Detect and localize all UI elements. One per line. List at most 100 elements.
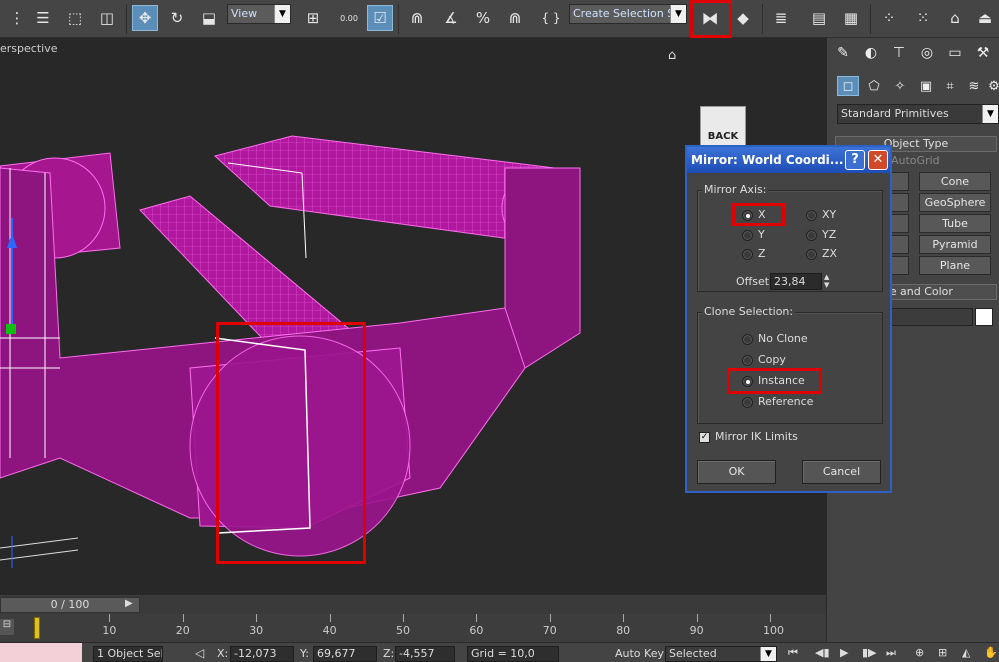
key-filter-select[interactable]: Selected ▼: [665, 646, 777, 662]
field-of-view-icon[interactable]: ◭: [962, 646, 970, 659]
timeline-tick-label: 60: [469, 624, 484, 637]
named-selection-set-select[interactable]: Create Selection Se ▼: [569, 4, 687, 24]
axis-zx-radio[interactable]: [806, 249, 817, 260]
z-coordinate[interactable]: -4,557: [395, 646, 455, 662]
zoom-icon[interactable]: ⊕: [915, 646, 924, 659]
angle-snap-icon[interactable]: ∡: [438, 5, 464, 31]
copy-radio[interactable]: [742, 355, 753, 366]
keyboard-shortcut-override-icon[interactable]: 0.00: [336, 5, 362, 31]
viewcube-face-label: BACK: [707, 131, 739, 142]
go-to-start-icon[interactable]: ⏮: [788, 646, 798, 660]
zoom-all-icon[interactable]: ⊞: [938, 646, 947, 659]
help-icon[interactable]: ?: [845, 150, 865, 170]
geometry-icon[interactable]: ◻: [837, 76, 859, 96]
previous-frame-icon[interactable]: ◀▮: [815, 646, 830, 659]
manipulate-icon[interactable]: ☑: [367, 5, 393, 31]
pan-view-icon[interactable]: ✋: [984, 646, 998, 659]
motion-tab-icon[interactable]: ◎: [915, 42, 939, 64]
geosphere-button[interactable]: GeoSphere: [919, 193, 991, 212]
axis-xy-radio[interactable]: [806, 210, 817, 221]
material-editor-icon[interactable]: ⁙: [910, 5, 936, 31]
go-to-end-icon[interactable]: ⏭: [886, 646, 896, 660]
axis-x-label: X: [758, 208, 766, 221]
x-coordinate[interactable]: -12,073: [230, 646, 294, 662]
select-move-icon[interactable]: ✥: [132, 5, 158, 31]
lights-icon[interactable]: ✧: [889, 76, 911, 96]
autogrid-label: AutoGrid: [891, 154, 940, 167]
systems-icon[interactable]: ⚙: [983, 76, 999, 96]
undo-redo-icon[interactable]: ⋮: [4, 5, 30, 31]
no-clone-radio[interactable]: [742, 334, 753, 345]
window-crossing-icon[interactable]: ◫: [94, 5, 120, 31]
time-slider-next-icon[interactable]: ▶: [125, 598, 133, 609]
key-mode-icon[interactable]: ⊟: [0, 619, 14, 635]
render-setup-icon[interactable]: ⌂: [942, 5, 968, 31]
tube-button[interactable]: Tube: [919, 214, 991, 233]
reference-coordinate-select[interactable]: View ▼: [227, 4, 291, 24]
layer-manager-icon[interactable]: ≣: [768, 5, 794, 31]
edit-named-selection-icon[interactable]: { }: [538, 5, 564, 31]
offset-spinner-icon[interactable]: ▲ ▼: [824, 273, 833, 290]
offset-field[interactable]: 23,84: [770, 273, 822, 290]
plane-button[interactable]: Plane: [919, 256, 991, 275]
y-coordinate[interactable]: 69,677: [313, 646, 377, 662]
time-slider-thumb[interactable]: 0 / 100: [0, 597, 140, 613]
axis-z-label: Z: [758, 247, 766, 260]
pyramid-button[interactable]: Pyramid: [919, 235, 991, 254]
snap-toggle-icon[interactable]: ⋒: [404, 5, 430, 31]
mirror-icon[interactable]: ⧓: [697, 6, 723, 32]
home-icon[interactable]: ⌂: [668, 48, 676, 63]
select-by-name-icon[interactable]: ☰: [30, 5, 56, 31]
axis-yz-radio[interactable]: [806, 230, 817, 241]
ok-button[interactable]: OK: [697, 460, 776, 484]
maxscript-listener[interactable]: [0, 643, 82, 662]
status-bar: 1 Object Sele ◁ X: -12,073 Y: 69,677 Z: …: [0, 642, 999, 662]
axis-y-radio[interactable]: [742, 230, 753, 241]
x-label: X:: [217, 647, 229, 660]
select-region-icon[interactable]: ⬚: [62, 5, 88, 31]
y-label: Y:: [300, 647, 309, 660]
axis-y-label: Y: [758, 228, 765, 241]
helpers-icon[interactable]: ⌗: [939, 76, 961, 96]
timeline-tick: [109, 614, 111, 622]
mirror-ik-checkbox[interactable]: ✓: [699, 432, 710, 443]
modify-tab-icon[interactable]: ◐: [859, 42, 883, 64]
select-rotate-icon[interactable]: ↻: [164, 5, 190, 31]
pivot-center-icon[interactable]: ⊞: [300, 5, 326, 31]
play-icon[interactable]: ▶: [840, 646, 848, 659]
shapes-icon[interactable]: ⬠: [863, 76, 885, 96]
select-scale-icon[interactable]: ⬓: [196, 5, 222, 31]
category-select[interactable]: Standard Primitives ▼: [837, 104, 999, 124]
close-icon[interactable]: ✕: [868, 150, 888, 170]
chevron-down-icon: ▼: [274, 5, 290, 23]
object-color-swatch[interactable]: [975, 308, 993, 326]
create-tab-icon[interactable]: ✎: [831, 42, 855, 64]
percent-snap-icon[interactable]: %: [470, 5, 496, 31]
spinner-snap-icon[interactable]: ⋒: [502, 5, 528, 31]
auto-key-button[interactable]: Auto Key: [615, 647, 664, 660]
utilities-tab-icon[interactable]: ⚒: [971, 42, 995, 64]
reference-radio[interactable]: [742, 397, 753, 408]
schematic-view-icon[interactable]: ⁘: [876, 5, 902, 31]
curve-editor-icon[interactable]: ▦: [838, 5, 864, 31]
trackbar[interactable]: ⊟ 10 20 30 40 50 60 70 80 90 100: [0, 614, 826, 642]
timeline-tick-label: 100: [763, 624, 784, 637]
viewcube[interactable]: BACK: [700, 106, 746, 148]
display-tab-icon[interactable]: ▭: [943, 42, 967, 64]
next-frame-icon[interactable]: ▮▶: [862, 646, 877, 659]
spacewarps-icon[interactable]: ≋: [963, 76, 985, 96]
align-icon[interactable]: ◆: [730, 5, 756, 31]
cone-button[interactable]: Cone: [919, 172, 991, 191]
chevron-down-icon: ▼: [760, 647, 776, 661]
instance-radio[interactable]: [742, 376, 753, 387]
axis-x-radio[interactable]: [742, 210, 753, 221]
render-frame-icon[interactable]: ⏏: [972, 5, 998, 31]
cancel-button[interactable]: Cancel: [802, 460, 881, 484]
axis-z-radio[interactable]: [742, 249, 753, 260]
lock-selection-icon[interactable]: ◁: [195, 646, 204, 660]
time-slider[interactable]: 0 / 100 ▶: [0, 594, 826, 614]
snap-value-label: 0.00: [340, 13, 358, 23]
hierarchy-tab-icon[interactable]: ⊤: [887, 42, 911, 64]
graphite-ribbon-icon[interactable]: ▤: [806, 5, 832, 31]
cameras-icon[interactable]: ▣: [915, 76, 937, 96]
